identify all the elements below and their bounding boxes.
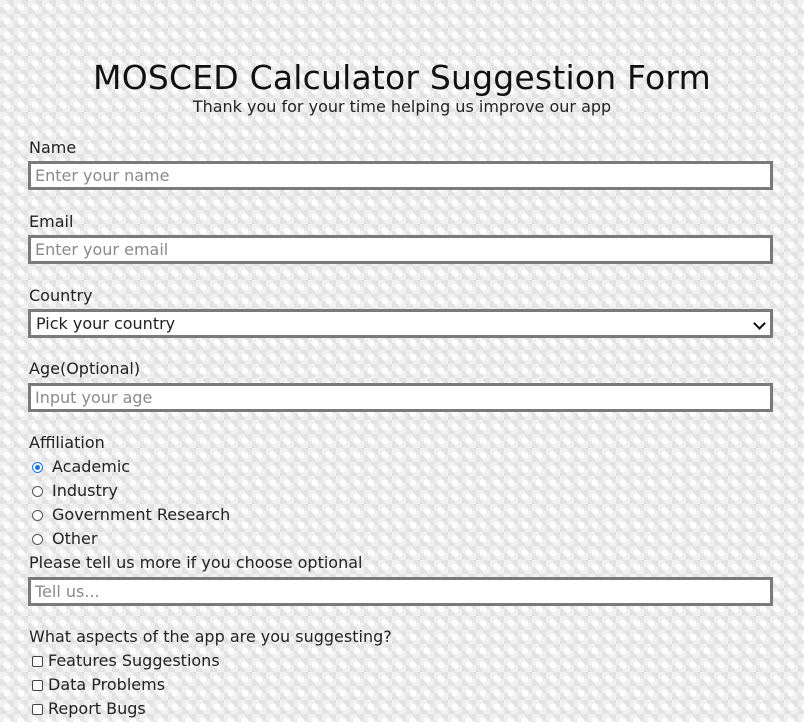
more-info-label: Please tell us more if you choose option…	[29, 553, 363, 572]
checkbox-data-problems[interactable]	[32, 679, 43, 691]
checkbox-report-bugs[interactable]	[32, 703, 43, 715]
age-input[interactable]	[28, 383, 773, 412]
affiliation-option-government[interactable]: Government Research	[32, 505, 230, 525]
name-input[interactable]	[28, 161, 773, 190]
country-select-value: Pick your country	[36, 314, 176, 333]
affiliation-option-academic[interactable]: Academic	[32, 457, 130, 477]
page-title: MOSCED Calculator Suggestion Form	[93, 58, 711, 97]
affiliation-option-label: Other	[52, 529, 98, 548]
affiliation-option-industry[interactable]: Industry	[32, 481, 118, 501]
aspects-label: What aspects of the app are you suggesti…	[29, 627, 392, 646]
country-label: Country	[29, 286, 93, 305]
radio-government[interactable]	[32, 509, 43, 521]
page-subtitle: Thank you for your time helping us impro…	[192, 97, 612, 116]
age-label: Age(Optional)	[29, 359, 141, 378]
aspect-option-label: Features Suggestions	[48, 651, 220, 670]
name-label: Name	[29, 138, 77, 157]
affiliation-option-other[interactable]: Other	[32, 529, 97, 549]
affiliation-label: Affiliation	[29, 433, 105, 452]
country-select[interactable]: Pick your country	[28, 309, 773, 338]
radio-other[interactable]	[32, 533, 43, 545]
affiliation-option-label: Academic	[52, 457, 131, 476]
email-input[interactable]	[28, 235, 773, 264]
radio-industry[interactable]	[32, 485, 43, 497]
more-info-input[interactable]	[28, 577, 773, 606]
affiliation-option-label: Industry	[52, 481, 118, 500]
email-label: Email	[29, 212, 74, 231]
checkbox-features[interactable]	[32, 655, 43, 667]
aspect-option-data[interactable]: Data Problems	[32, 675, 165, 695]
radio-academic[interactable]	[32, 461, 43, 473]
affiliation-option-label: Government Research	[52, 505, 231, 524]
aspect-option-label: Data Problems	[48, 675, 166, 694]
aspect-option-features[interactable]: Features Suggestions	[32, 651, 220, 671]
aspect-option-bugs[interactable]: Report Bugs	[32, 699, 146, 719]
aspect-option-label: Report Bugs	[48, 699, 146, 718]
chevron-down-icon	[753, 317, 766, 330]
